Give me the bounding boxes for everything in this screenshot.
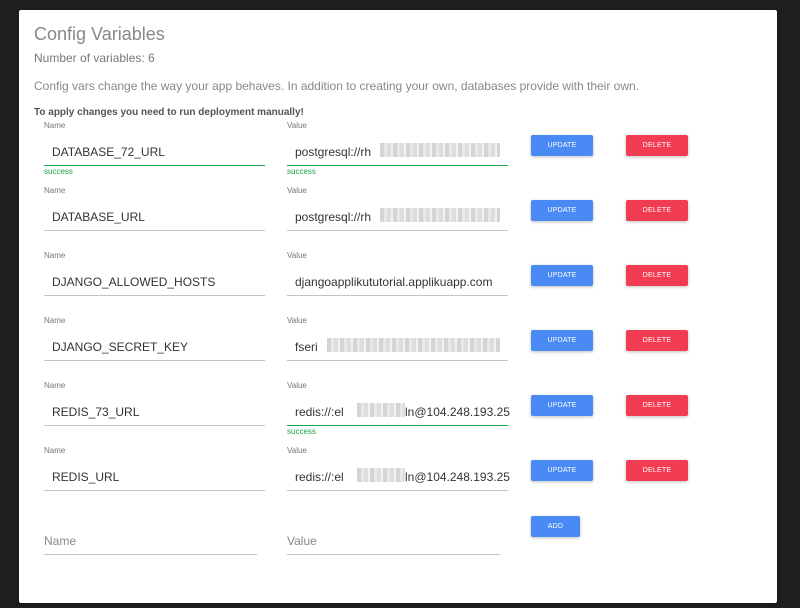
- name-label: Name: [44, 251, 66, 260]
- variable-name-input[interactable]: [44, 464, 265, 491]
- variable-value-input[interactable]: [287, 269, 508, 296]
- delete-button[interactable]: DELETE: [626, 395, 688, 416]
- update-button[interactable]: UPDATE: [531, 395, 593, 416]
- name-label: Name: [44, 446, 66, 455]
- delete-button[interactable]: DELETE: [626, 200, 688, 221]
- new-variable-name-input[interactable]: [44, 528, 257, 555]
- name-label: Name: [44, 186, 66, 195]
- variable-row: Name Value ln@104.248.193.25 UPDATE DELE…: [19, 446, 777, 508]
- value-suffix: ln@104.248.193.25: [405, 405, 510, 419]
- variable-name-input[interactable]: [44, 399, 265, 426]
- value-success-hint: success: [287, 427, 316, 436]
- variable-row: Name Value UPDATE DELETE: [19, 186, 777, 248]
- variable-name-input[interactable]: [44, 269, 265, 296]
- delete-button[interactable]: DELETE: [626, 460, 688, 481]
- variable-row: Name Value ln@104.248.193.25 success UPD…: [19, 381, 777, 443]
- redacted-value: [357, 468, 405, 482]
- variable-name-input[interactable]: [44, 204, 265, 231]
- variable-row: Name Value UPDATE DELETE: [19, 316, 777, 378]
- new-variable-name-field: [44, 528, 266, 555]
- variable-row: Name success Value success UPDATE DELETE: [19, 121, 777, 183]
- page-title: Config Variables: [34, 24, 165, 44]
- redacted-value: [357, 403, 405, 417]
- delete-button[interactable]: DELETE: [626, 135, 688, 156]
- new-variable-value-input[interactable]: [287, 528, 500, 555]
- value-label: Value: [287, 121, 307, 130]
- page-description: Config vars change the way your app beha…: [34, 79, 640, 93]
- name-label: Name: [44, 381, 66, 390]
- value-label: Value: [287, 186, 307, 195]
- deployment-warning: To apply changes you need to run deploym…: [34, 107, 304, 118]
- variables-count: Number of variables: 6: [34, 51, 155, 65]
- name-label: Name: [44, 316, 66, 325]
- value-success-hint: success: [287, 167, 316, 176]
- value-suffix: ln@104.248.193.25: [405, 470, 510, 484]
- update-button[interactable]: UPDATE: [531, 200, 593, 221]
- variable-name-input[interactable]: [44, 139, 265, 166]
- redacted-value: [327, 338, 500, 352]
- update-button[interactable]: UPDATE: [531, 460, 593, 481]
- update-button[interactable]: UPDATE: [531, 330, 593, 351]
- config-variables-card: Config Variables Number of variables: 6 …: [19, 10, 777, 603]
- update-button[interactable]: UPDATE: [531, 265, 593, 286]
- name-label: Name: [44, 121, 66, 130]
- value-label: Value: [287, 251, 307, 260]
- new-variable-value-field: [287, 528, 509, 555]
- delete-button[interactable]: DELETE: [626, 265, 688, 286]
- value-label: Value: [287, 381, 307, 390]
- delete-button[interactable]: DELETE: [626, 330, 688, 351]
- redacted-value: [380, 208, 500, 222]
- variable-name-input[interactable]: [44, 334, 265, 361]
- value-label: Value: [287, 446, 307, 455]
- redacted-value: [380, 143, 500, 157]
- variable-row: Name Value UPDATE DELETE: [19, 251, 777, 313]
- add-button[interactable]: ADD: [531, 516, 580, 537]
- update-button[interactable]: UPDATE: [531, 135, 593, 156]
- name-success-hint: success: [44, 167, 73, 176]
- value-label: Value: [287, 316, 307, 325]
